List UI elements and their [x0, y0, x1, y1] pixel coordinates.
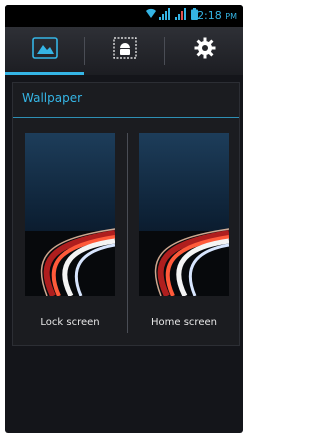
- tab-wallpaper[interactable]: [5, 27, 84, 75]
- home-screen-thumbnail[interactable]: [139, 133, 229, 296]
- dialog-title: Wallpaper: [22, 91, 83, 105]
- wifi-icon: [145, 8, 157, 23]
- title-divider: [13, 117, 239, 118]
- phone-screen: 2:18 PM Wallpaper Lock screen Home scree…: [5, 5, 243, 433]
- lock-screen-label[interactable]: Lock screen: [15, 317, 125, 328]
- gallery-icon: [31, 37, 58, 63]
- tab-bar: [5, 27, 243, 75]
- status-bar: 2:18 PM: [5, 5, 243, 27]
- gear-icon: [194, 37, 216, 63]
- option-divider: [127, 133, 128, 333]
- signal-icon: [159, 8, 173, 24]
- home-screen-label[interactable]: Home screen: [129, 317, 239, 328]
- wallpaper-dialog: Wallpaper Lock screen Home screen: [12, 82, 240, 346]
- signal-icon-2: [175, 8, 189, 24]
- tab-settings[interactable]: [165, 27, 243, 73]
- android-icon: [112, 37, 137, 63]
- tab-live-wallpaper[interactable]: [85, 27, 164, 73]
- status-time: 2:18 PM: [197, 9, 237, 22]
- lock-screen-thumbnail[interactable]: [25, 133, 115, 296]
